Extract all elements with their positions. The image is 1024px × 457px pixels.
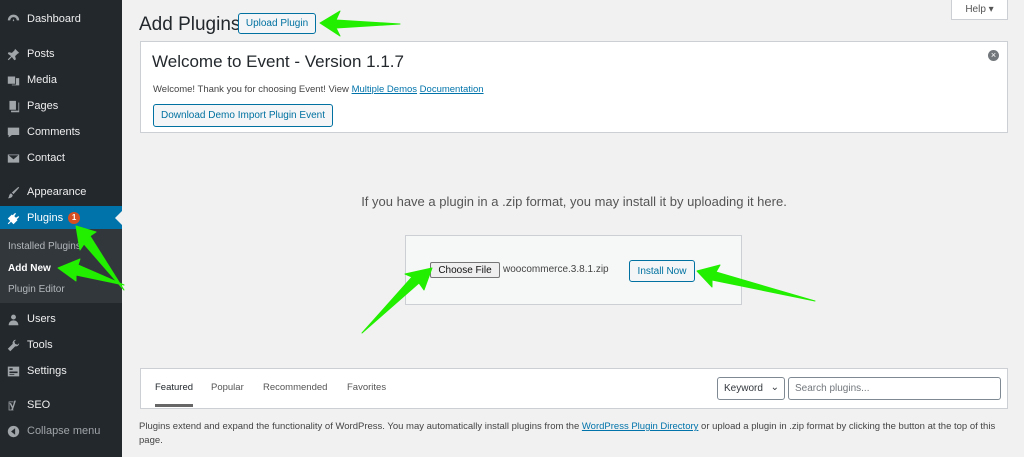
tab-popular[interactable]: Popular xyxy=(211,382,244,393)
collapse-icon xyxy=(6,424,20,438)
sidebar-item-seo[interactable]: SEO xyxy=(0,394,122,416)
pin-icon xyxy=(6,47,20,61)
mail-icon xyxy=(6,151,20,165)
search-type-select[interactable]: Keyword ⌄ xyxy=(717,377,785,400)
chevron-down-icon: ⌄ xyxy=(770,382,779,393)
search-type-value: Keyword xyxy=(724,383,763,394)
plugins-description: Plugins extend and expand the functional… xyxy=(139,420,1009,448)
media-icon xyxy=(6,73,20,87)
collapse-menu-button[interactable]: Collapse menu xyxy=(0,420,122,442)
pages-icon xyxy=(6,99,20,113)
sidebar-item-label: Dashboard xyxy=(27,13,81,25)
documentation-link[interactable]: Documentation xyxy=(420,84,484,95)
dismiss-icon[interactable]: × xyxy=(988,50,999,61)
sidebar-item-label: Settings xyxy=(27,365,67,377)
sidebar-item-label: Posts xyxy=(27,48,55,60)
plugin-filter-bar: Featured Popular Recommended Favorites K… xyxy=(140,368,1008,409)
sidebar-item-label: Comments xyxy=(27,126,81,138)
sidebar-item-label: Media xyxy=(27,74,57,86)
brush-icon xyxy=(6,185,20,199)
update-count-badge: 1 xyxy=(68,212,81,224)
comments-icon xyxy=(6,125,20,139)
sidebar-item-label: Collapse menu xyxy=(27,425,101,437)
sidebar-item-label: SEO xyxy=(27,399,51,411)
dashboard-icon xyxy=(6,12,20,26)
sidebar-item-appearance[interactable]: Appearance xyxy=(0,181,122,203)
yoast-icon xyxy=(6,398,20,412)
sidebar-item-settings[interactable]: Settings xyxy=(0,360,122,382)
submenu-item-installed-plugins[interactable]: Installed Plugins xyxy=(8,241,81,252)
upload-instructions: If you have a plugin in a .zip format, y… xyxy=(361,194,787,209)
search-plugins-input[interactable] xyxy=(788,377,1001,400)
page-title: Add Plugins xyxy=(139,14,241,35)
sidebar-item-label: Users xyxy=(27,313,56,325)
sidebar-item-contact[interactable]: Contact xyxy=(0,147,122,169)
submenu-item-add-new[interactable]: Add New xyxy=(8,263,51,274)
description-prefix: Plugins extend and expand the functional… xyxy=(139,421,582,432)
upload-form: Choose File woocommerce.3.8.1.zip Instal… xyxy=(405,235,742,305)
sidebar-item-label: Plugins xyxy=(27,212,64,224)
tab-featured[interactable]: Featured xyxy=(155,382,194,407)
sidebar-item-media[interactable]: Media xyxy=(0,69,122,91)
plugins-submenu: Installed Plugins Add New Plugin Editor xyxy=(0,229,122,303)
plugin-directory-link[interactable]: WordPress Plugin Directory xyxy=(582,421,699,432)
users-icon xyxy=(6,312,20,326)
notice-title: Welcome to Event - Version 1.1.7 xyxy=(152,52,404,71)
install-now-button[interactable]: Install Now xyxy=(629,260,695,282)
sidebar-item-pages[interactable]: Pages xyxy=(0,95,122,117)
sidebar-item-comments[interactable]: Comments xyxy=(0,121,122,143)
choose-file-button[interactable]: Choose File xyxy=(430,262,500,278)
tab-favorites[interactable]: Favorites xyxy=(347,382,386,393)
sidebar-item-posts[interactable]: Posts xyxy=(0,43,122,65)
settings-icon xyxy=(6,364,20,378)
sidebar-item-users[interactable]: Users xyxy=(0,308,122,330)
sidebar-item-label: Pages xyxy=(27,100,59,112)
notice-text-prefix: Welcome! Thank you for choosing Event! V… xyxy=(153,84,352,95)
admin-sidebar: Dashboard Posts Media Pages Comments Con… xyxy=(0,0,122,457)
welcome-notice: Welcome to Event - Version 1.1.7 Welcome… xyxy=(140,41,1008,133)
sidebar-item-label: Appearance xyxy=(27,186,87,198)
sidebar-item-dashboard[interactable]: Dashboard xyxy=(0,8,122,30)
tab-recommended[interactable]: Recommended xyxy=(263,382,327,393)
sidebar-item-tools[interactable]: Tools xyxy=(0,334,122,356)
sidebar-item-label: Tools xyxy=(27,339,53,351)
plugin-icon xyxy=(6,211,20,225)
wrench-icon xyxy=(6,338,20,352)
sidebar-item-label: Contact xyxy=(27,152,65,164)
download-demo-import-button[interactable]: Download Demo Import Plugin Event xyxy=(153,104,333,127)
submenu-item-plugin-editor[interactable]: Plugin Editor xyxy=(8,284,65,295)
help-tab[interactable]: Help ▾ xyxy=(951,0,1008,20)
multiple-demos-link[interactable]: Multiple Demos xyxy=(352,84,417,95)
upload-plugin-button[interactable]: Upload Plugin xyxy=(238,13,316,34)
sidebar-item-plugins[interactable]: Plugins 1 xyxy=(0,206,122,230)
notice-text: Welcome! Thank you for choosing Event! V… xyxy=(153,84,484,95)
arrow-to-upload-button xyxy=(319,10,401,37)
selected-file-name: woocommerce.3.8.1.zip xyxy=(503,264,609,275)
